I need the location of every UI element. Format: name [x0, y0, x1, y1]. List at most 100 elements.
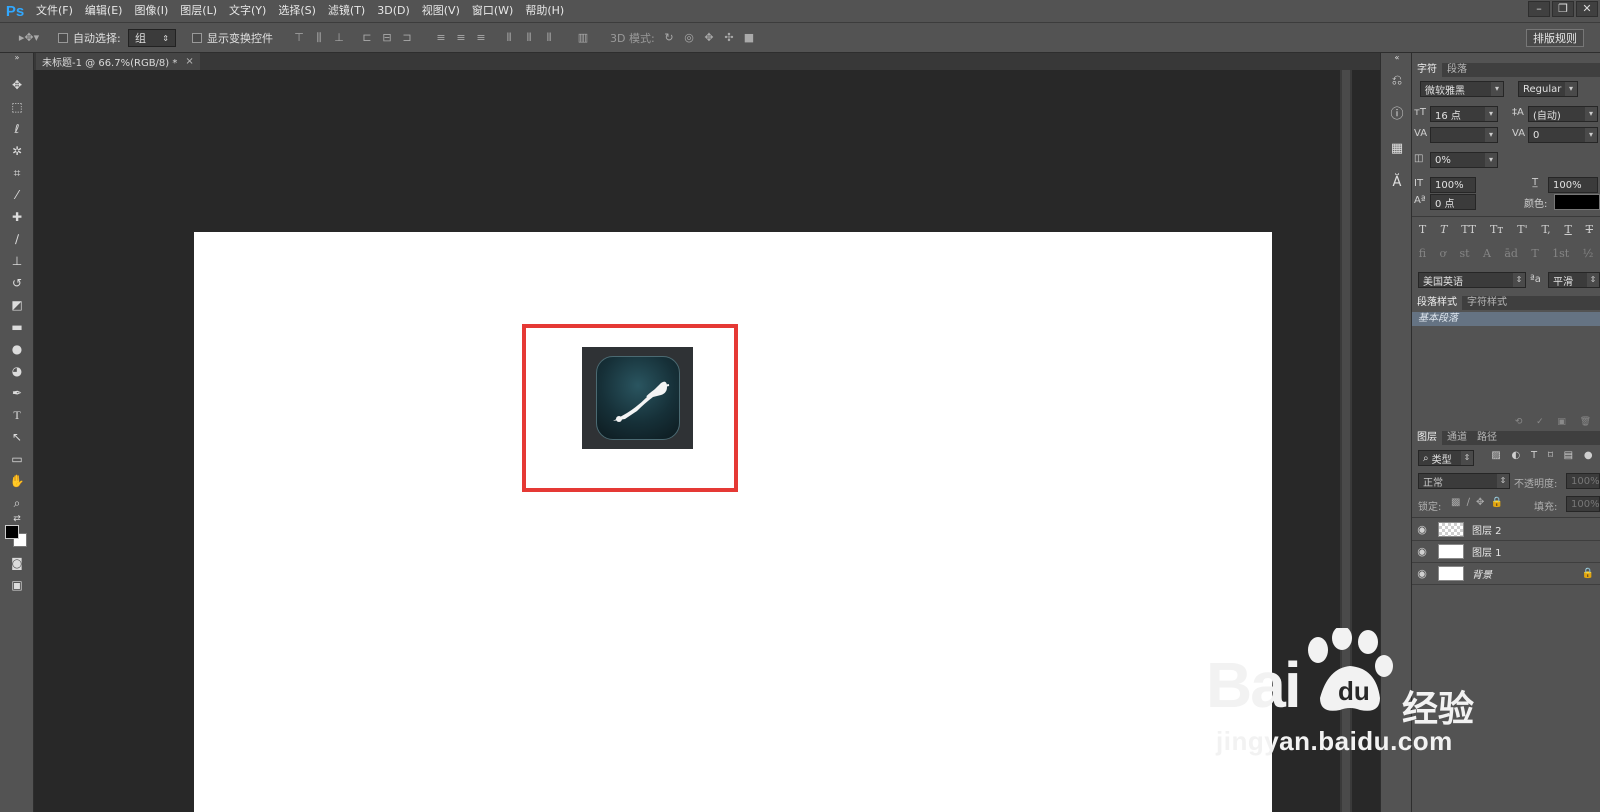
smart-object-filter-icon[interactable]: ▤: [1564, 450, 1573, 466]
filter-toggle-icon[interactable]: ●: [1584, 450, 1593, 466]
new-style-icon[interactable]: ▣: [1557, 417, 1566, 429]
minimize-button[interactable]: –: [1528, 1, 1550, 17]
healing-brush-tool-icon[interactable]: ✚: [7, 207, 27, 227]
lock-transparency-icon[interactable]: ▩: [1451, 497, 1460, 511]
auto-select-checkbox[interactable]: [58, 33, 68, 43]
close-window-button[interactable]: ✕: [1576, 1, 1598, 17]
type-tool-icon[interactable]: T: [7, 405, 27, 425]
layer-row-background[interactable]: ◉ 背景 🔒: [1412, 563, 1600, 585]
align-vcenter-icon[interactable]: ⫼: [312, 31, 326, 45]
lock-position-icon[interactable]: ✥: [1476, 497, 1484, 511]
move-tool-icon[interactable]: ✥: [7, 75, 27, 95]
align-right-icon[interactable]: ⊐: [400, 31, 414, 45]
faux-italic-button[interactable]: T: [1440, 223, 1447, 241]
distribute-hcenter-icon[interactable]: ⫴: [522, 31, 536, 45]
underline-button[interactable]: T: [1564, 223, 1571, 241]
swatches-panel-icon[interactable]: ▦: [1387, 139, 1407, 159]
dodge-tool-icon[interactable]: ◕: [7, 361, 27, 381]
menu-edit[interactable]: 编辑(E): [79, 0, 129, 22]
show-transform-option[interactable]: 显示变换控件: [192, 29, 273, 47]
align-left-icon[interactable]: ⊏: [360, 31, 374, 45]
tab-paths[interactable]: 路径: [1472, 431, 1502, 445]
hand-tool-icon[interactable]: ✋: [7, 471, 27, 491]
workspace-switcher[interactable]: 排版规则: [1526, 29, 1584, 47]
zoom-tool-icon[interactable]: ⌕: [7, 493, 27, 513]
kerning-field[interactable]: ▾: [1430, 127, 1498, 143]
layer-row-layer-1[interactable]: ◉ 图层 1: [1412, 541, 1600, 563]
move-tool-preset-icon[interactable]: ▸✥▾: [16, 31, 42, 45]
foreground-color-swatch[interactable]: [5, 525, 19, 539]
menu-layer[interactable]: 图层(L): [174, 0, 223, 22]
info-panel-icon[interactable]: ⓘ: [1387, 105, 1407, 125]
marquee-tool-icon[interactable]: ⬚: [7, 97, 27, 117]
proportional-spacing-field[interactable]: 0% ▾: [1430, 152, 1498, 168]
menu-file[interactable]: 文件(F): [30, 0, 79, 22]
shape-filter-icon[interactable]: ⌑: [1548, 450, 1553, 466]
tab-channels[interactable]: 通道: [1442, 431, 1472, 445]
brush-tool-icon[interactable]: ∕: [7, 229, 27, 249]
subscript-button[interactable]: T,: [1541, 223, 1550, 241]
tab-paragraph-styles[interactable]: 段落样式: [1412, 296, 1462, 310]
ligatures-button[interactable]: fi: [1419, 247, 1426, 265]
document-tab[interactable]: 未标题-1 @ 66.7%(RGB/8) * ×: [36, 53, 200, 70]
roll-3d-icon[interactable]: ◎: [682, 31, 696, 45]
delete-style-icon[interactable]: 🗑: [1580, 417, 1591, 429]
menu-select[interactable]: 选择(S): [272, 0, 322, 22]
strikethrough-button[interactable]: T: [1586, 223, 1593, 241]
distribute-right-icon[interactable]: ⫴: [542, 31, 556, 45]
adjustment-filter-icon[interactable]: ◐: [1512, 450, 1521, 466]
pixel-filter-icon[interactable]: ▨: [1491, 450, 1500, 466]
history-panel-icon[interactable]: ⎌: [1387, 71, 1407, 91]
distribute-vcenter-icon[interactable]: ≡: [454, 31, 468, 45]
menu-view[interactable]: 视图(V): [416, 0, 466, 22]
clear-override-icon[interactable]: ⟲: [1515, 417, 1523, 429]
align-hcenter-icon[interactable]: ⊟: [380, 31, 394, 45]
all-caps-button[interactable]: TT: [1461, 223, 1476, 241]
distribute-bottom-icon[interactable]: ≡: [474, 31, 488, 45]
baseline-shift-field[interactable]: 0 点: [1430, 194, 1476, 210]
font-family-select[interactable]: 微软雅黑 ▾: [1420, 81, 1504, 97]
restore-button[interactable]: ❐: [1552, 1, 1574, 17]
tab-layers[interactable]: 图层: [1412, 431, 1442, 445]
antialias-select[interactable]: 平滑 ⇕: [1548, 272, 1600, 288]
type-filter-icon[interactable]: T: [1531, 450, 1537, 466]
blend-mode-select[interactable]: 正常 ⇕: [1418, 473, 1510, 489]
document-canvas[interactable]: [194, 232, 1272, 812]
history-brush-tool-icon[interactable]: ↺: [7, 273, 27, 293]
slide-3d-icon[interactable]: ✣: [722, 31, 736, 45]
swash-button[interactable]: A: [1483, 247, 1491, 265]
fill-field[interactable]: 100%: [1566, 496, 1600, 512]
menu-filter[interactable]: 滤镜(T): [322, 0, 371, 22]
small-caps-button[interactable]: Tт: [1490, 223, 1503, 241]
auto-align-icon[interactable]: ▥: [576, 31, 590, 45]
blur-tool-icon[interactable]: ●: [7, 339, 27, 359]
old-style-button[interactable]: ơ: [1439, 247, 1446, 265]
path-selection-tool-icon[interactable]: ↖: [7, 427, 27, 447]
vertical-scale-field[interactable]: 100%: [1430, 177, 1476, 193]
close-tab-icon[interactable]: ×: [185, 56, 193, 67]
superscript-button[interactable]: T': [1517, 223, 1527, 241]
opacity-field[interactable]: 100%: [1566, 473, 1600, 489]
ordinals-button[interactable]: 1st: [1552, 247, 1569, 265]
menu-help[interactable]: 帮助(H): [519, 0, 570, 22]
character-panel-icon[interactable]: Ă: [1387, 173, 1407, 193]
crop-tool-icon[interactable]: ⌗: [7, 163, 27, 183]
tab-paragraph[interactable]: 段落: [1442, 63, 1472, 77]
quick-mask-icon[interactable]: ◙: [7, 553, 27, 573]
lasso-tool-icon[interactable]: ℓ: [7, 119, 27, 139]
align-top-icon[interactable]: ⊤: [292, 31, 306, 45]
menu-image[interactable]: 图像(I): [128, 0, 174, 22]
lock-all-icon[interactable]: 🔒: [1490, 497, 1502, 511]
language-select[interactable]: 美国英语 ⇕: [1418, 272, 1526, 288]
strip-collapse-icon[interactable]: «: [1387, 53, 1407, 63]
layer-filter-select[interactable]: ⌕ 类型 ⇕: [1418, 450, 1474, 466]
drag-3d-icon[interactable]: ✥: [702, 31, 716, 45]
align-bottom-icon[interactable]: ⊥: [332, 31, 346, 45]
tab-character[interactable]: 字符: [1412, 63, 1442, 77]
gradient-tool-icon[interactable]: ▬: [7, 317, 27, 337]
titling-alternates-button[interactable]: T: [1531, 247, 1538, 265]
font-style-select[interactable]: Regular ▾: [1518, 81, 1578, 97]
rotate-3d-icon[interactable]: ↻: [662, 31, 676, 45]
fractions-button[interactable]: ½: [1583, 247, 1594, 265]
magic-wand-tool-icon[interactable]: ✲: [7, 141, 27, 161]
